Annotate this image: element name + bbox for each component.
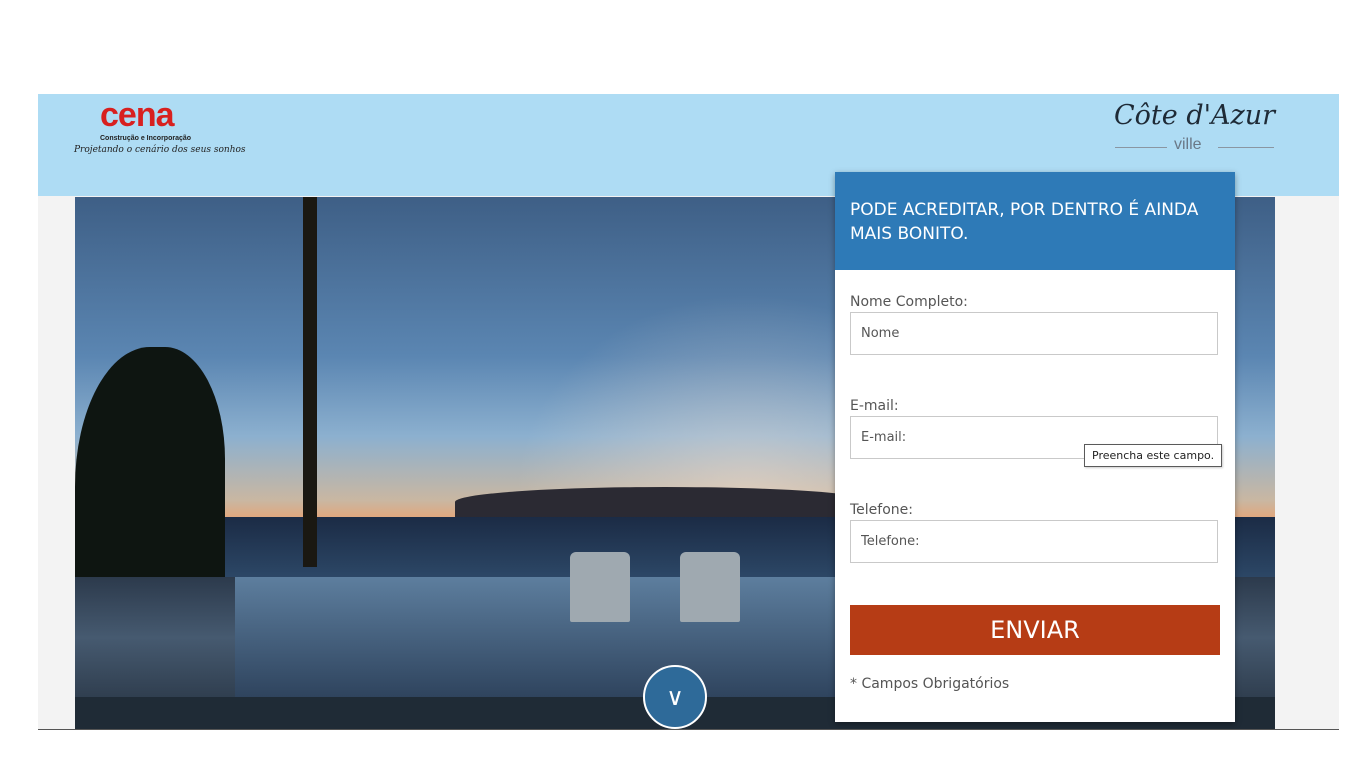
email-label: E-mail: [850,398,899,414]
form-title: PODE ACREDITAR, POR DENTRO É AINDA MAIS … [850,200,1199,244]
logo-divider-left [1115,147,1167,148]
submit-button[interactable]: ENVIAR [850,605,1220,655]
cote-dazur-ville: ville [1174,136,1202,153]
landing-page: cena Construção e Incorporação Projetand… [38,94,1339,730]
cena-logo[interactable]: cena Construção e Incorporação Projetand… [74,96,246,156]
chevron-down-icon: ∨ [666,683,684,711]
form-header: PODE ACREDITAR, POR DENTRO É AINDA MAIS … [835,172,1235,270]
cena-logo-tagline: Projetando o cenário dos seus sonhos [74,145,246,155]
logo-divider-right [1218,147,1274,148]
phone-label: Telefone: [850,502,913,518]
scroll-down-button[interactable]: ∨ [643,665,707,729]
cena-logo-subtitle: Construção e Incorporação [100,135,192,142]
cote-dazur-logo[interactable]: Côte d'Azur ville [1110,98,1280,158]
hero-mountain [455,487,875,517]
name-label: Nome Completo: [850,294,968,310]
name-input[interactable] [850,312,1218,355]
required-fields-note: * Campos Obrigatórios [850,676,1010,692]
contact-form: PODE ACREDITAR, POR DENTRO É AINDA MAIS … [835,172,1235,722]
cote-dazur-script: Côte d'Azur [1114,100,1276,131]
phone-input[interactable] [850,520,1218,563]
hero-palm-trunk [303,197,317,567]
cena-logo-brand: cena [100,96,174,134]
hero-lounge-chair [570,552,630,622]
hero-lounge-chair [680,552,740,622]
validation-tooltip: Preencha este campo. [1084,444,1223,467]
